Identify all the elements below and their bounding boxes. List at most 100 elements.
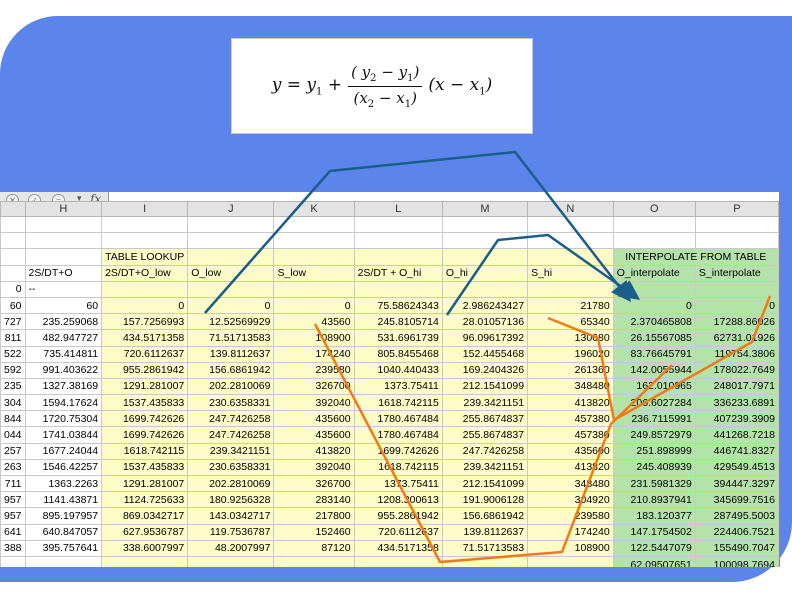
- cell-g[interactable]: 044: [0, 426, 26, 444]
- cell-m[interactable]: 255.8674837: [441, 426, 529, 444]
- cell-n[interactable]: 65340: [527, 313, 614, 331]
- cell-l[interactable]: [353, 280, 443, 298]
- cell-l[interactable]: 1618.742115: [353, 458, 443, 477]
- cell[interactable]: [353, 248, 443, 266]
- cell-i[interactable]: 157.7256993: [101, 313, 189, 331]
- cell-n[interactable]: 435600: [527, 442, 614, 460]
- cell-i[interactable]: 1618.742115: [101, 442, 189, 460]
- cell-j[interactable]: 230.6358331: [187, 394, 275, 412]
- cell-o[interactable]: 122.5447079: [612, 539, 696, 557]
- cell-j[interactable]: 247.7426258: [187, 410, 275, 428]
- cell-h[interactable]: 895.197957: [24, 507, 103, 525]
- cell-k[interactable]: 87120: [273, 539, 355, 557]
- cell-k[interactable]: 392040: [273, 394, 355, 412]
- column-header[interactable]: O: [612, 201, 696, 217]
- cell[interactable]: [0, 232, 26, 250]
- cell-m[interactable]: 212.1541099: [441, 474, 529, 493]
- cell-i[interactable]: 1291.281007: [101, 474, 189, 493]
- cell-g[interactable]: 641: [0, 523, 26, 541]
- cell-l[interactable]: 1618.742115: [353, 394, 443, 412]
- cell-p[interactable]: 345699.7516: [694, 491, 779, 509]
- cell-l[interactable]: 1373.75411: [353, 474, 443, 493]
- cell-g[interactable]: 263: [0, 458, 26, 477]
- cell-n[interactable]: 261360: [527, 361, 614, 379]
- cell[interactable]: [273, 248, 355, 266]
- cell-m[interactable]: 139.8112637: [441, 523, 529, 541]
- cell-k[interactable]: 217800: [273, 507, 355, 525]
- cell-j[interactable]: 247.7426258: [187, 426, 275, 444]
- cell-o[interactable]: 26.15567085: [612, 329, 696, 347]
- cell-p[interactable]: 17288.86026: [694, 313, 779, 331]
- cell-n[interactable]: [527, 280, 614, 298]
- cell[interactable]: [24, 248, 103, 266]
- cell-p[interactable]: 407239.3909: [694, 410, 779, 428]
- cell-k[interactable]: [273, 280, 355, 298]
- cell-n[interactable]: 196020: [527, 345, 614, 363]
- cell-g[interactable]: 957: [0, 507, 26, 525]
- cell[interactable]: [527, 232, 614, 250]
- cell-h[interactable]: 1741.03844: [24, 426, 103, 444]
- cell-h[interactable]: 991.403622: [24, 361, 103, 379]
- cell-m[interactable]: 247.7426258: [441, 442, 529, 460]
- cell-p[interactable]: 248017.7971: [694, 377, 779, 396]
- column-header[interactable]: J: [187, 201, 275, 217]
- cell-o[interactable]: 2.370465808: [612, 313, 696, 331]
- cell-l[interactable]: 805.8455468: [353, 345, 443, 363]
- cell-i[interactable]: 955.2861942: [101, 361, 189, 379]
- cell-m[interactable]: [441, 555, 529, 567]
- cell[interactable]: [353, 215, 443, 234]
- label-cell[interactable]: O_interpolate: [612, 264, 696, 282]
- cell-n[interactable]: 21780: [527, 296, 614, 315]
- cell-k[interactable]: 108900: [273, 329, 355, 347]
- cell-j[interactable]: 71.51713583: [187, 329, 275, 347]
- cell-m[interactable]: 239.3421151: [441, 394, 529, 412]
- cell-g[interactable]: 957: [0, 491, 26, 509]
- cell-k[interactable]: 239580: [273, 361, 355, 379]
- cell-o[interactable]: 249.8572979: [612, 426, 696, 444]
- cell[interactable]: [441, 248, 529, 266]
- cell-k[interactable]: 435600: [273, 410, 355, 428]
- cell-h[interactable]: 1546.42257: [24, 458, 103, 477]
- cell-g[interactable]: 711: [0, 474, 26, 493]
- cell-n[interactable]: 457380: [527, 410, 614, 428]
- cell[interactable]: [187, 248, 275, 266]
- cell-g[interactable]: 257: [0, 442, 26, 460]
- cell-h[interactable]: 482.947727: [24, 329, 103, 347]
- cell-p[interactable]: 429549.4513: [694, 458, 779, 477]
- cell-h[interactable]: 1677.24044: [24, 442, 103, 460]
- cell-o[interactable]: 231.5981329: [612, 474, 696, 493]
- cell-p[interactable]: 287495.5003: [694, 507, 779, 525]
- cell-j[interactable]: [187, 280, 275, 298]
- cell-m[interactable]: 156.6861942: [441, 507, 529, 525]
- cell-j[interactable]: 119.7536787: [187, 523, 275, 541]
- cell[interactable]: [0, 264, 26, 282]
- cell-p[interactable]: 441268.7218: [694, 426, 779, 444]
- cell[interactable]: [527, 215, 614, 234]
- section-title-interpolate[interactable]: INTERPOLATE FROM TABLE: [612, 248, 779, 266]
- cell-g[interactable]: 844: [0, 410, 26, 428]
- cell-j[interactable]: 230.6358331: [187, 458, 275, 477]
- cell-g[interactable]: 235: [0, 377, 26, 396]
- cell-h[interactable]: 1327.38169: [24, 377, 103, 396]
- column-header[interactable]: I: [101, 201, 189, 217]
- cell-p[interactable]: 224406.7521: [694, 523, 779, 541]
- cell-h[interactable]: 395.757641: [24, 539, 103, 557]
- cell[interactable]: [24, 215, 103, 234]
- cell-g[interactable]: 0: [0, 280, 26, 298]
- cell[interactable]: [441, 215, 529, 234]
- cell-o[interactable]: 147.1754502: [612, 523, 696, 541]
- cell-o[interactable]: 62.09507651: [612, 555, 696, 567]
- cell-p[interactable]: 336233.6891: [694, 394, 779, 412]
- label-cell[interactable]: 2S/DT+O_low: [101, 264, 189, 282]
- cell-l[interactable]: 75.58624343: [353, 296, 443, 315]
- cell-o[interactable]: 245.408939: [612, 458, 696, 477]
- cell-h[interactable]: 735.414811: [24, 345, 103, 363]
- cell-i[interactable]: 869.0342717: [101, 507, 189, 525]
- cell-l[interactable]: [353, 555, 443, 567]
- column-header[interactable]: P: [694, 201, 779, 217]
- cell-i[interactable]: [101, 555, 189, 567]
- cell-i[interactable]: 720.6112637: [101, 345, 189, 363]
- cell-n[interactable]: 413820: [527, 394, 614, 412]
- cell-m[interactable]: [441, 280, 529, 298]
- cell-l[interactable]: 1780.467484: [353, 410, 443, 428]
